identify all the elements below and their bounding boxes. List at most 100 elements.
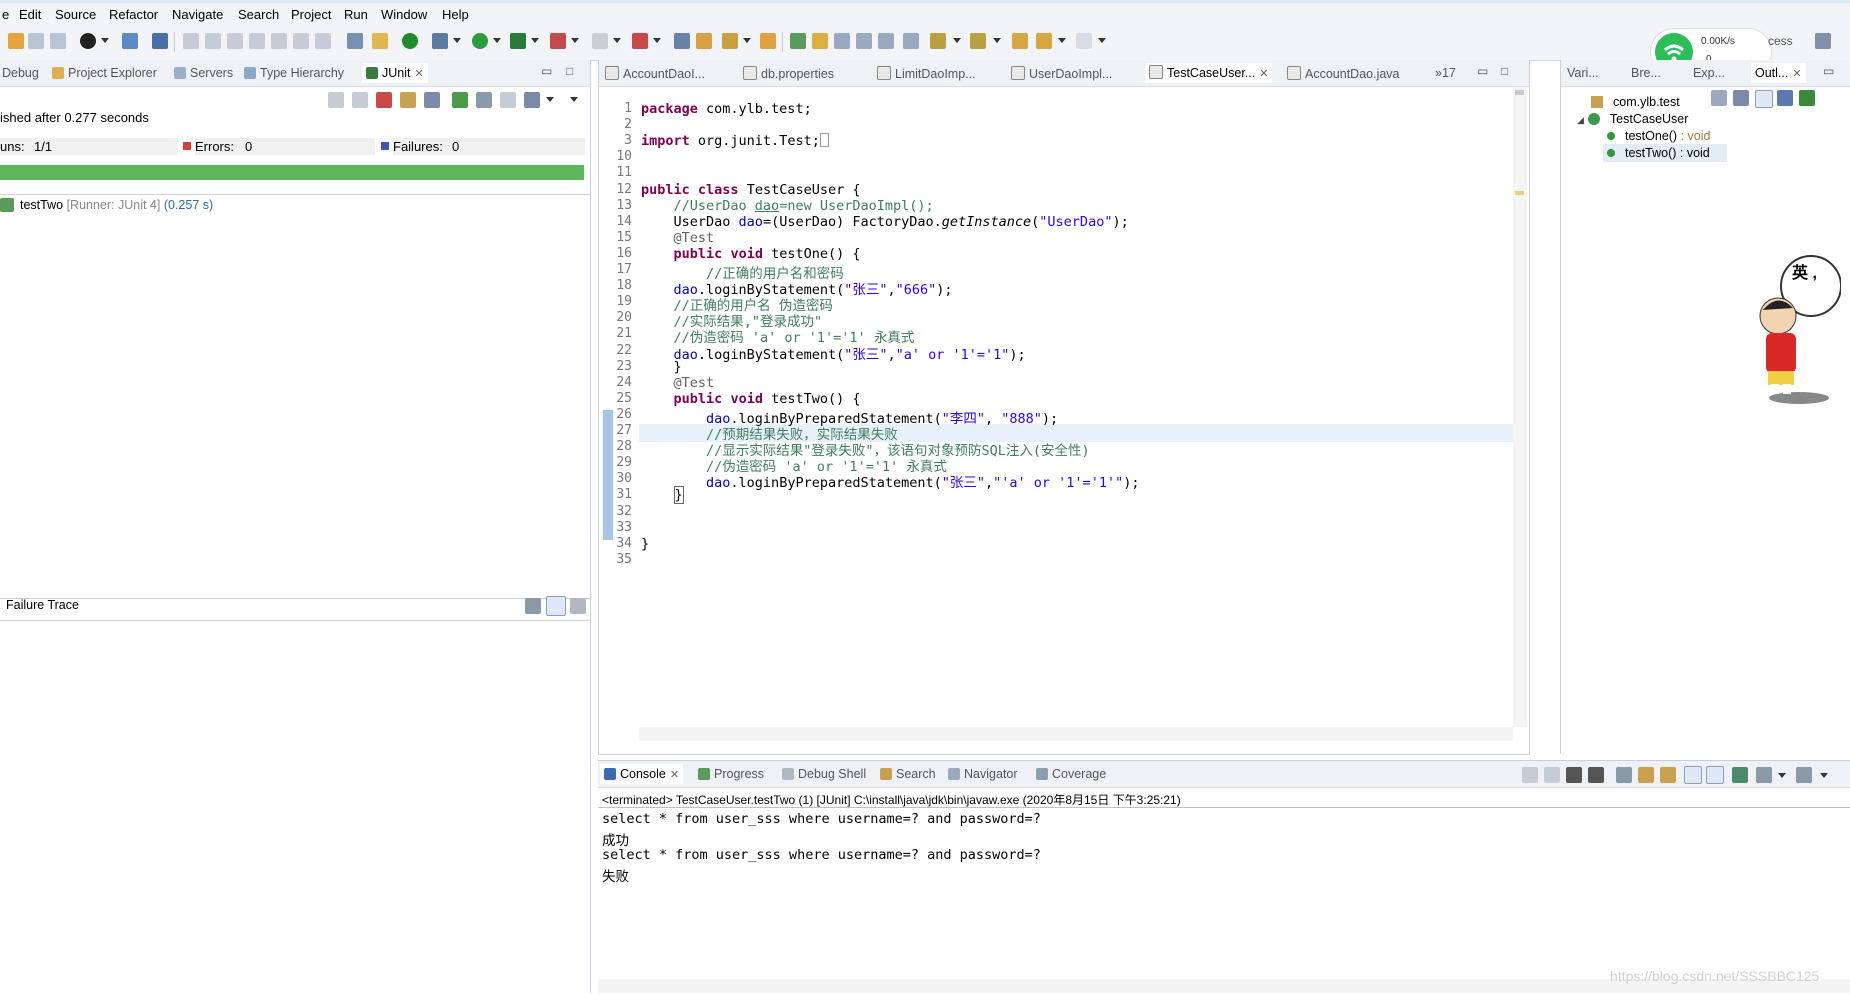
build-icon[interactable]	[372, 33, 388, 49]
close-icon[interactable]: ✕	[414, 68, 423, 80]
open-folder-icon[interactable]	[696, 33, 712, 49]
show-stderr-icon[interactable]	[1706, 766, 1724, 784]
tab-variables[interactable]: Vari...	[1567, 66, 1599, 80]
rerun-icon[interactable]	[452, 92, 468, 108]
last-edit-icon[interactable]	[1012, 33, 1028, 49]
disconnect-icon[interactable]	[249, 33, 265, 49]
display-console-icon[interactable]	[1756, 767, 1772, 783]
minimize-icon[interactable]: ▭	[541, 64, 552, 78]
coverage-icon[interactable]	[510, 33, 526, 49]
test-result-row[interactable]: testTwo [Runner: JUnit 4] (0.257 s)	[0, 198, 213, 212]
code-area[interactable]: package com.ylb.test; import org.junit.Te…	[599, 60, 1515, 725]
tab-coverage[interactable]: Coverage	[1036, 767, 1106, 781]
remove-all-icon[interactable]	[1588, 767, 1604, 783]
chevron-down-icon[interactable]	[1820, 773, 1828, 778]
chevron-down-icon[interactable]	[1098, 38, 1106, 43]
tab-search[interactable]: Search	[880, 767, 936, 781]
code-line[interactable]: UserDao dao=(UserDao) FactoryDao.getInst…	[641, 214, 1129, 230]
prev-edit-icon[interactable]	[970, 33, 986, 49]
chevron-down-icon[interactable]	[743, 38, 751, 43]
terminal-icon[interactable]	[122, 33, 138, 49]
menu-refactor[interactable]: Refactor	[109, 7, 158, 22]
terminate-icon[interactable]	[227, 33, 243, 49]
code-line[interactable]: @Test	[641, 230, 715, 246]
code-line[interactable]: dao.loginByStatement("张三","a' or '1'='1"…	[641, 343, 1026, 363]
prev-annotation-icon[interactable]	[903, 33, 919, 49]
open-task-icon[interactable]	[760, 33, 776, 49]
tab-outline[interactable]: Outl... ✕	[1751, 63, 1806, 83]
menu-source[interactable]: Source	[55, 7, 96, 22]
save-icon[interactable]	[28, 33, 44, 49]
history-icon[interactable]	[524, 92, 540, 108]
step-into-icon[interactable]	[271, 33, 287, 49]
horizontal-scrollbar[interactable]	[639, 727, 1513, 741]
show-whitespace-icon[interactable]	[856, 33, 872, 49]
tab-progress[interactable]: Progress	[698, 767, 764, 781]
menu-navigate[interactable]: Navigate	[172, 7, 223, 22]
annotation-icon[interactable]	[834, 33, 850, 49]
chevron-down-icon[interactable]	[101, 38, 109, 43]
run-icon[interactable]	[472, 33, 488, 49]
copy-trace-icon[interactable]	[570, 598, 586, 614]
perspective-icon[interactable]	[1815, 33, 1831, 49]
menu-help[interactable]: Help	[442, 7, 469, 22]
next-annotation-icon[interactable]	[930, 33, 946, 49]
chevron-down-icon[interactable]	[953, 38, 961, 43]
expand-icon[interactable]: ◢	[1577, 115, 1584, 125]
sort-icon[interactable]	[1733, 90, 1749, 106]
stop-icon[interactable]	[592, 33, 608, 49]
code-line[interactable]: @Test	[641, 375, 715, 391]
power-icon[interactable]	[402, 33, 418, 49]
menu-run[interactable]: Run	[344, 7, 368, 22]
tab-breakpoints[interactable]: Bre...	[1631, 66, 1661, 80]
external-tools-icon[interactable]	[550, 33, 566, 49]
chevron-down-icon[interactable]	[571, 38, 579, 43]
pen-icon[interactable]	[812, 33, 828, 49]
code-line[interactable]: public void testTwo() {	[641, 391, 861, 407]
close-icon[interactable]: ✕	[670, 769, 679, 781]
scroll-lock-icon[interactable]	[400, 92, 416, 108]
code-line[interactable]: //UserDao dao=new UserDaoImpl();	[641, 198, 934, 214]
prev-failure-icon[interactable]	[352, 92, 368, 108]
chevron-down-icon[interactable]	[531, 38, 539, 43]
hide-static-icon[interactable]	[1777, 90, 1793, 106]
forward-icon[interactable]	[1076, 33, 1092, 49]
quick-access-input[interactable]: cess	[1768, 34, 1793, 48]
hide-fields-icon[interactable]	[1755, 90, 1773, 108]
toggle-mark-icon[interactable]	[347, 33, 363, 49]
vertical-scrollbar[interactable]	[1513, 87, 1527, 727]
code-line[interactable]: dao.loginByPreparedStatement("张三","'a' o…	[641, 471, 1139, 491]
filter-trace-icon[interactable]	[525, 598, 541, 614]
tab-servers[interactable]: Servers	[174, 66, 233, 80]
chevron-down-icon[interactable]	[653, 38, 661, 43]
terminate-icon[interactable]	[1522, 767, 1538, 783]
step-return-icon[interactable]	[315, 33, 331, 49]
code-line[interactable]: }	[641, 359, 682, 375]
chevron-down-icon[interactable]	[993, 38, 1001, 43]
clear-console-icon[interactable]	[1616, 767, 1632, 783]
stop-icon[interactable]	[500, 92, 516, 108]
outline-method[interactable]: testTwo() : void	[1607, 146, 1710, 160]
view-menu-icon[interactable]	[570, 97, 578, 102]
code-line[interactable]: public void testOne() {	[641, 246, 861, 262]
pilcrow-icon[interactable]	[878, 33, 894, 49]
layout-icon[interactable]	[424, 92, 440, 108]
tools-icon[interactable]	[722, 33, 738, 49]
outline-package[interactable]: com.ylb.test	[1591, 95, 1680, 109]
outline-method[interactable]: testOne() : void	[1607, 129, 1710, 143]
close-icon[interactable]: ✕	[1792, 68, 1801, 80]
chevron-down-icon[interactable]	[1778, 773, 1786, 778]
open-console-icon[interactable]	[1796, 767, 1812, 783]
stop-icon[interactable]	[1544, 767, 1560, 783]
show-stdout-icon[interactable]	[1684, 766, 1702, 784]
code-line[interactable]: }	[641, 486, 684, 505]
tab-navigator[interactable]: Navigator	[948, 767, 1018, 781]
tab-project-explorer[interactable]: Project Explorer	[52, 66, 157, 80]
pin-console-icon[interactable]	[1732, 767, 1748, 783]
tab-type-hierarchy[interactable]: Type Hierarchy	[244, 66, 344, 80]
tab-debug-shell[interactable]: Debug Shell	[782, 767, 866, 781]
code-line[interactable]: import org.junit.Test;	[641, 133, 829, 149]
tab-console[interactable]: Console ✕	[600, 764, 684, 784]
menu-window[interactable]: Window	[381, 7, 427, 22]
code-line[interactable]: }	[641, 536, 649, 552]
